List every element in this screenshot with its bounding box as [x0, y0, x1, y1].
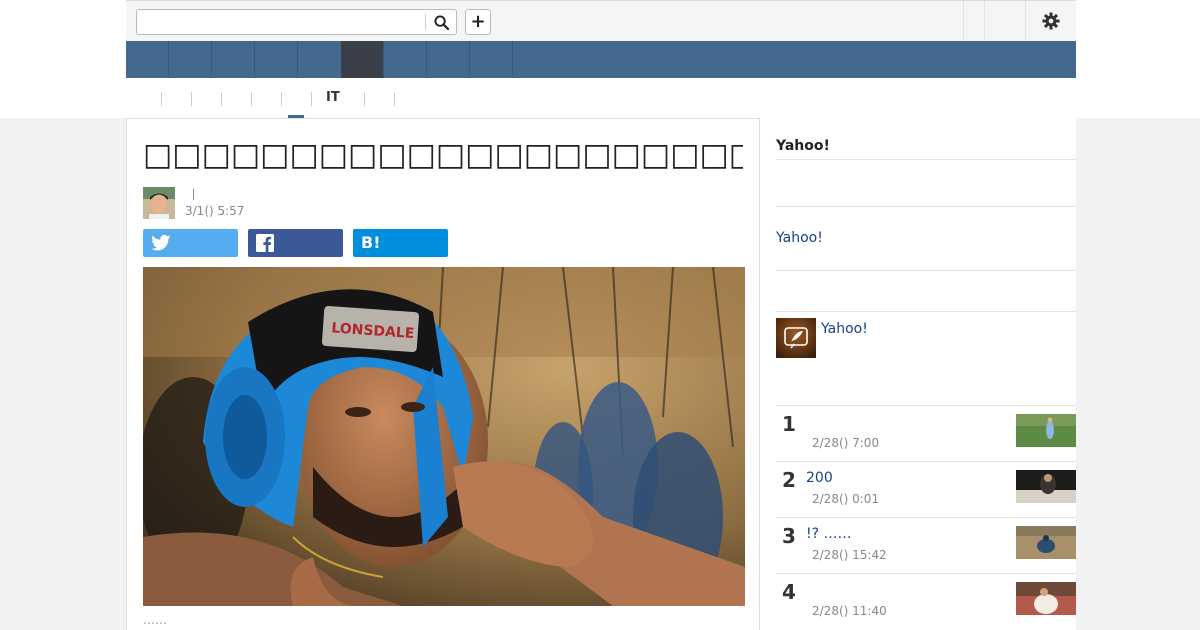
- nav-tab[interactable]: [427, 41, 470, 78]
- rank-number: 4: [782, 580, 796, 604]
- nav-tab[interactable]: [470, 41, 513, 78]
- article-lead: ……: [143, 613, 167, 627]
- rank-number: 3: [782, 524, 796, 548]
- gear-icon: [1042, 12, 1060, 30]
- nav-tab[interactable]: [384, 41, 427, 78]
- author-separator: [193, 189, 194, 200]
- divider: [776, 206, 1076, 207]
- article-photo: LONSDALE: [143, 267, 745, 606]
- nav-tab[interactable]: [126, 41, 169, 78]
- search-button[interactable]: [426, 10, 456, 34]
- rank-thumbnail[interactable]: [1016, 526, 1076, 559]
- divider: [776, 270, 1076, 271]
- ranking-image: [1016, 414, 1076, 447]
- search-box: [136, 9, 457, 35]
- facebook-share-button[interactable]: [248, 229, 343, 257]
- rank-thumbnail[interactable]: [1016, 470, 1076, 503]
- rank-date: 2/28() 0:01: [812, 492, 880, 506]
- ranking-item[interactable]: 1 2/28() 7:00: [776, 405, 1076, 461]
- sidebar-link[interactable]: Yahoo!: [821, 321, 868, 337]
- settings-button[interactable]: [1036, 10, 1066, 32]
- subnav-divider: [394, 92, 395, 106]
- rank-number: 2: [782, 468, 796, 492]
- boxer-headgear-image: LONSDALE: [143, 267, 745, 606]
- article-title: □□□□□□□□□□□□□□□□□□□□□□□□□□□□□□: [143, 137, 743, 173]
- rank-title[interactable]: 200: [806, 470, 833, 486]
- plus-icon: +: [470, 11, 486, 32]
- subnav-divider: [311, 92, 312, 106]
- sub-category-nav: IT: [126, 78, 1076, 118]
- rank-title[interactable]: !? ……: [806, 526, 852, 542]
- rank-date: 2/28() 15:42: [812, 548, 887, 562]
- rank-thumbnail[interactable]: [1016, 414, 1076, 447]
- rank-number: 1: [782, 412, 796, 436]
- ranking-image: [1016, 526, 1076, 559]
- author-avatar[interactable]: [143, 187, 175, 219]
- feather-pen-icon: [776, 318, 816, 358]
- publish-date: 3/1() 5:57: [185, 204, 245, 218]
- ranking-item[interactable]: 2 200 2/28() 0:01: [776, 461, 1076, 517]
- subnav-divider: [364, 92, 365, 106]
- hatena-bookmark-button[interactable]: B!: [353, 229, 448, 257]
- divider: [776, 311, 1076, 312]
- hatena-icon: B!: [361, 233, 381, 252]
- search-icon: [433, 14, 449, 30]
- twitter-icon: [151, 234, 171, 251]
- nav-tab[interactable]: [169, 41, 212, 78]
- nav-tab[interactable]: [212, 41, 255, 78]
- divider: [776, 159, 1076, 160]
- utility-divider: [1025, 1, 1026, 41]
- nav-tab-active[interactable]: [341, 41, 384, 78]
- rank-thumbnail[interactable]: [1016, 582, 1076, 615]
- nav-tab[interactable]: [255, 41, 298, 78]
- utility-divider: [984, 1, 985, 41]
- utility-divider: [963, 1, 964, 41]
- avatar-image: [143, 187, 175, 219]
- facebook-icon: [256, 234, 274, 252]
- subnav-divider: [251, 92, 252, 106]
- article-panel: □□□□□□□□□□□□□□□□□□□□□□□□□□□□□□ 3/1() 5:5…: [126, 118, 760, 630]
- ranking-item[interactable]: 4 2/28() 11:40: [776, 573, 1076, 629]
- subnav-divider: [281, 92, 282, 106]
- rank-date: 2/28() 7:00: [812, 436, 880, 450]
- category-nav: [126, 41, 1076, 78]
- rank-date: 2/28() 11:40: [812, 604, 887, 618]
- subnav-divider: [191, 92, 192, 106]
- creator-thumbnail[interactable]: [776, 318, 816, 358]
- ranking-image: [1016, 582, 1076, 615]
- twitter-share-button[interactable]: [143, 229, 238, 257]
- subnav-divider: [221, 92, 222, 106]
- sidebar-heading: Yahoo!: [776, 138, 830, 154]
- add-button[interactable]: +: [465, 9, 491, 35]
- sidebar: Yahoo! Yahoo! Yahoo! 1 2/28() 7:00 2 200…: [760, 118, 1076, 630]
- search-input[interactable]: [137, 10, 425, 34]
- utility-bar: +: [126, 0, 1076, 41]
- sidebar-link[interactable]: Yahoo!: [776, 230, 823, 246]
- ranking-image: [1016, 470, 1076, 503]
- subnav-item-it[interactable]: IT: [326, 90, 340, 105]
- ranking-item[interactable]: 3 !? …… 2/28() 15:42: [776, 517, 1076, 573]
- subnav-divider: [161, 92, 162, 106]
